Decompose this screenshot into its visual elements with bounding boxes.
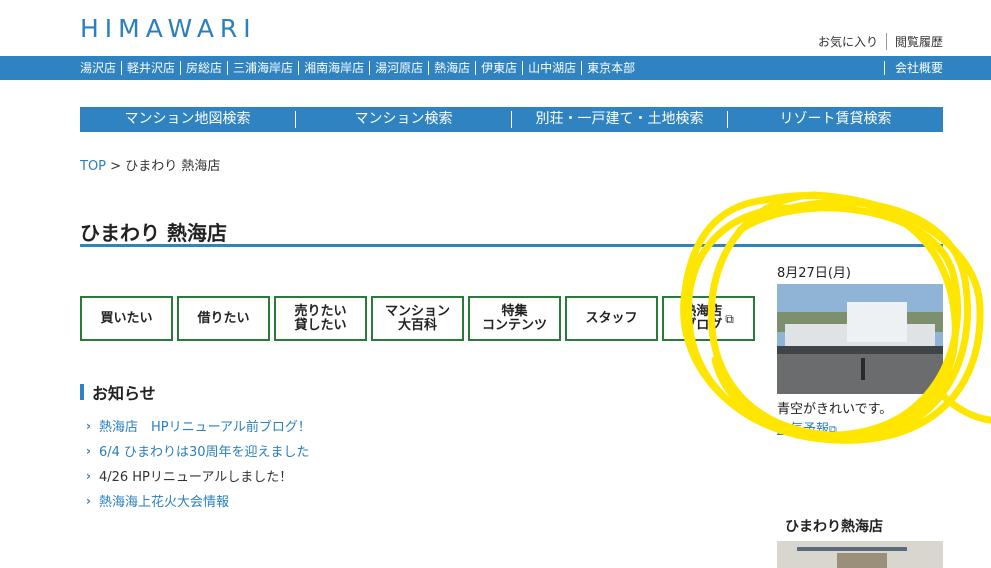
- news-item: › 6/4 ひまわりは30周年を迎えました: [86, 438, 311, 463]
- chevron-right-icon: ›: [86, 418, 91, 433]
- weather-link-text[interactable]: 天気予報: [777, 422, 829, 437]
- store-bar: 湯沢店 軽井沢店 房総店 三浦海岸店 湘南海岸店 湯河原店 熱海店 伊東店 山中…: [0, 56, 991, 80]
- favorites-link[interactable]: お気に入り: [810, 33, 886, 50]
- news-heading-text: お知らせ: [92, 384, 156, 403]
- corporate-link[interactable]: 会社概要: [883, 61, 943, 75]
- store-links: 湯沢店 軽井沢店 房総店 三浦海岸店 湘南海岸店 湯河原店 熱海店 伊東店 山中…: [80, 56, 640, 80]
- category-label: マンション: [384, 303, 450, 319]
- external-link-icon: ⧉: [829, 423, 837, 436]
- site-logo[interactable]: HIMAWARI: [80, 14, 257, 43]
- category-label: 貸したい: [294, 317, 347, 333]
- category-label: 借りたい: [197, 310, 250, 326]
- breadcrumb-top-link[interactable]: TOP: [80, 159, 106, 174]
- store-link[interactable]: 房総店: [181, 61, 229, 75]
- news-heading: お知らせ: [80, 380, 156, 404]
- search-nav-villa[interactable]: 別荘・一戸建て・土地検索: [512, 111, 728, 128]
- heading-bar-icon: [80, 384, 84, 400]
- category-label: ブログ: [683, 317, 723, 333]
- news-link[interactable]: 4/26 HPリニューアルしました！: [99, 466, 292, 485]
- category-nav: 買いたい 借りたい 売りたい 貸したい マンション 大百科 特集 コンテンツ ス…: [80, 296, 755, 341]
- corporate-wrap: 会社概要: [883, 56, 943, 80]
- breadcrumb: TOP > ひまわり 熱海店: [80, 155, 220, 174]
- store-link[interactable]: 伊東店: [476, 61, 524, 75]
- store-link[interactable]: 軽井沢店: [122, 61, 182, 75]
- category-rent-button[interactable]: 借りたい: [177, 296, 270, 341]
- breadcrumb-current: ひまわり 熱海店: [125, 159, 221, 174]
- category-sell-button[interactable]: 売りたい 貸したい: [274, 296, 367, 341]
- news-item: › 4/26 HPリニューアルしました！: [86, 463, 311, 488]
- category-label: スタッフ: [585, 310, 638, 326]
- category-label: 特集: [501, 303, 528, 319]
- station-photo: [777, 284, 943, 394]
- sidebar-store-title: ひまわり熱海店: [785, 519, 883, 535]
- page-title: ひまわり 熱海店: [80, 221, 227, 245]
- chevron-right-icon: ›: [86, 493, 91, 508]
- store-link[interactable]: 熱海店: [429, 61, 477, 75]
- search-nav-mansion[interactable]: マンション検索: [296, 111, 512, 128]
- store-link[interactable]: 湯河原店: [370, 61, 430, 75]
- store-link[interactable]: 湯沢店: [80, 61, 123, 75]
- category-label: コンテンツ: [481, 317, 547, 333]
- store-link[interactable]: 三浦海岸店: [228, 61, 300, 75]
- news-list: › 熱海店 HPリニューアル前ブログ！ › 6/4 ひまわりは30周年を迎えまし…: [86, 413, 311, 513]
- chevron-right-icon: ›: [86, 468, 91, 483]
- external-link-icon: ⧉: [725, 311, 734, 326]
- category-label: 売りたい: [294, 303, 347, 319]
- title-divider: [80, 244, 943, 247]
- news-link[interactable]: 熱海店 HPリニューアル前ブログ！: [99, 416, 311, 435]
- news-item: › 熱海店 HPリニューアル前ブログ！: [86, 413, 311, 438]
- category-blog-button[interactable]: 熱海店 ブログ ⧉: [662, 296, 755, 341]
- chevron-right-icon: ›: [86, 443, 91, 458]
- store-link[interactable]: 湘南海岸店: [299, 61, 371, 75]
- category-label: 大百科: [397, 317, 437, 333]
- news-item: › 熱海海上花火大会情報: [86, 488, 311, 513]
- news-link[interactable]: 6/4 ひまわりは30周年を迎えました: [99, 441, 310, 460]
- store-photo: [777, 541, 943, 568]
- history-link[interactable]: 閲覧履歴: [885, 33, 943, 50]
- search-nav-map[interactable]: マンション地図検索: [80, 111, 296, 128]
- category-label: 熱海店: [683, 303, 723, 319]
- category-feature-button[interactable]: 特集 コンテンツ: [468, 296, 561, 341]
- category-encyclopedia-button[interactable]: マンション 大百科: [371, 296, 464, 341]
- sidebar-caption: 青空がきれいです。: [777, 402, 893, 417]
- search-nav-rental[interactable]: リゾート賃貸検索: [728, 111, 943, 128]
- utility-links: お気に入り 閲覧履歴: [810, 33, 943, 50]
- search-nav: マンション地図検索 マンション検索 別荘・一戸建て・土地検索 リゾート賃貸検索: [80, 107, 943, 132]
- store-link[interactable]: 山中湖店: [523, 61, 583, 75]
- store-link[interactable]: 東京本部: [582, 61, 640, 75]
- category-buy-button[interactable]: 買いたい: [80, 296, 173, 341]
- sidebar-date: 8月27日(月): [777, 266, 851, 281]
- weather-link[interactable]: 天気予報⧉: [777, 418, 837, 437]
- category-staff-button[interactable]: スタッフ: [565, 296, 658, 341]
- news-link[interactable]: 熱海海上花火大会情報: [99, 491, 229, 510]
- breadcrumb-separator: >: [106, 159, 126, 174]
- category-label: 買いたい: [100, 310, 153, 326]
